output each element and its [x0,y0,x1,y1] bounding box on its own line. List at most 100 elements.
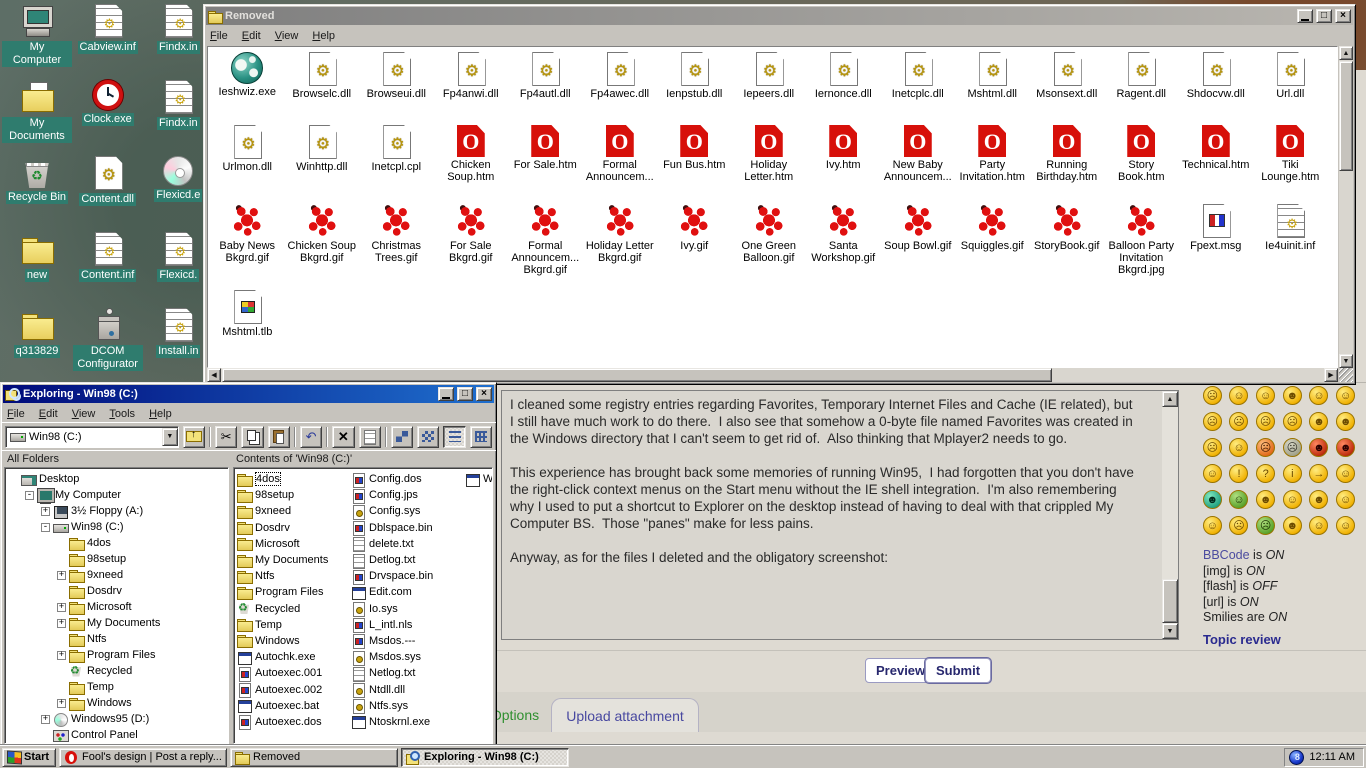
file-list-item[interactable]: My Documents [237,552,349,568]
file-icon-item[interactable]: One Green Balloon.gif [732,204,807,290]
smiley[interactable]: ☹ [1283,438,1302,457]
file-list-item[interactable]: W98 [465,471,493,487]
tree-toggle[interactable]: - [41,523,50,532]
file-icon-item[interactable]: Urlmon.dll [210,125,285,204]
post-message-textarea[interactable]: I cleaned some registry entries regardin… [501,390,1179,640]
scroll-right-arrow[interactable]: ▶ [1324,368,1338,382]
cut-button[interactable]: ✂ [215,426,237,448]
file-icon-item[interactable]: Shdocvw.dll [1179,52,1254,125]
smiley[interactable]: ☻ [1256,490,1275,509]
file-list-item[interactable]: L_intl.nls [351,617,463,633]
tab-options[interactable]: Options [490,700,553,730]
file-icon-item[interactable]: Winhttp.dll [285,125,360,204]
file-icon-item[interactable]: Ieshwiz.exe [210,52,285,125]
taskbar-task-button[interactable]: Fool's design | Post a reply... [59,748,227,767]
file-icon-item[interactable]: Holiday Letter Bkgrd.gif [583,204,658,290]
smiley[interactable]: ☺ [1336,516,1355,535]
desktop-icon[interactable]: Cabview.inf [73,4,143,80]
desktop-icon[interactable]: Clock.exe [73,80,143,156]
paste-button[interactable] [268,426,290,448]
scroll-up-arrow[interactable]: ▲ [1162,391,1178,407]
file-list-item[interactable]: Ntfs.sys [351,698,463,714]
smiley[interactable]: ! [1229,464,1248,483]
smiley[interactable]: ☺ [1309,516,1328,535]
menu-item[interactable]: Edit [242,30,261,42]
scroll-thumb[interactable] [222,368,1052,382]
file-list-item[interactable]: Dosdrv [237,520,349,536]
desktop-icon[interactable]: q313829 [2,308,72,384]
copy-button[interactable] [241,426,263,448]
tree-toggle[interactable]: + [57,651,66,660]
file-icon-item[interactable]: Holiday Letter.htm [732,125,807,204]
tree-item[interactable]: + Windows95 (D:) [5,711,228,727]
smiley[interactable]: ? [1256,464,1275,483]
file-list-item[interactable]: Netlog.txt [351,665,463,681]
smiley[interactable]: ☻ [1309,490,1328,509]
tree-item[interactable]: + 3½ Floppy (A:) [5,503,228,519]
start-button[interactable]: Start [2,748,56,767]
taskbar-task-button[interactable]: Exploring - Win98 (C:) [401,748,569,767]
file-icon-item[interactable]: Fpext.msg [1179,204,1254,290]
tree-toggle[interactable]: + [57,571,66,580]
smiley[interactable]: ☹ [1283,412,1302,431]
file-list-item[interactable]: 98setup [237,487,349,503]
tree-item[interactable]: Desktop [5,471,228,487]
file-list-item[interactable]: Msdos.sys [351,649,463,665]
file-list-item[interactable]: Windows [237,633,349,649]
smiley[interactable]: i [1283,464,1302,483]
desktop-icon[interactable]: Recycle Bin [2,156,72,232]
file-icon-item[interactable]: Story Book.htm [1104,125,1179,204]
scroll-up-arrow[interactable]: ▲ [1339,46,1353,60]
scroll-thumb[interactable] [1162,579,1178,623]
scroll-down-arrow[interactable]: ▼ [1339,354,1353,368]
tree-item[interactable]: 98setup [5,551,228,567]
delete-button[interactable]: ✕ [332,426,354,448]
tree-toggle[interactable]: + [57,619,66,628]
tree-item[interactable]: Ntfs [5,631,228,647]
file-list-item[interactable]: 9xneed [237,503,349,519]
tree-toggle[interactable]: + [57,699,66,708]
file-icon-item[interactable]: Iernonce.dll [806,52,881,125]
tab-upload-attachment[interactable]: Upload attachment [551,698,699,732]
file-icon-item[interactable]: Ragent.dll [1104,52,1179,125]
menu-item[interactable]: Edit [39,408,58,420]
smiley[interactable]: ☹ [1203,412,1222,431]
post-textarea-scrollbar[interactable]: ▲ ▼ [1162,391,1178,639]
file-list-item[interactable]: Config.sys [351,503,463,519]
smiley[interactable]: ☹ [1203,386,1222,405]
file-icon-item[interactable]: Party Invitation.htm [955,125,1030,204]
horizontal-scrollbar[interactable]: ◀ ▶ [207,368,1338,382]
small-icons-view-button[interactable] [417,426,439,448]
file-icon-item[interactable]: Browselc.dll [285,52,360,125]
file-icon-item[interactable]: Fp4anwi.dll [434,52,509,125]
smiley[interactable]: ☺ [1336,386,1355,405]
file-list-item[interactable]: Ntfs [237,568,349,584]
tree-item[interactable]: + My Documents [5,615,228,631]
topic-review-link[interactable]: Topic review [1203,632,1281,647]
close-button[interactable]: × [1335,9,1351,23]
smiley[interactable]: ☻ [1309,412,1328,431]
file-list-item[interactable]: Dblspace.bin [351,520,463,536]
file-icon-item[interactable]: Msonsext.dll [1030,52,1105,125]
file-icon-item[interactable]: Formal Announcem... Bkgrd.gif [508,204,583,290]
tree-item[interactable]: Control Panel [5,727,228,743]
undo-button[interactable]: ↶ [300,426,322,448]
tree-item[interactable]: + 9xneed [5,567,228,583]
file-list-item[interactable]: Autoexec.bat [237,698,349,714]
scroll-left-arrow[interactable]: ◀ [207,368,221,382]
file-icon-item[interactable]: For Sale.htm [508,125,583,204]
file-icon-item[interactable]: Soup Bowl.gif [881,204,956,290]
file-list-item[interactable]: Edit.com [351,584,463,600]
file-icon-item[interactable]: Balloon Party Invitation Bkgrd.jpg [1104,204,1179,290]
file-icon-item[interactable]: Ienpstub.dll [657,52,732,125]
smiley[interactable]: ☻ [1336,438,1355,457]
explorer-titlebar[interactable]: Exploring - Win98 (C:) □ × [3,385,494,403]
file-icon-item[interactable]: Technical.htm [1179,125,1254,204]
file-icon-item[interactable]: Fun Bus.htm [657,125,732,204]
file-icon-item[interactable]: Inetcplc.dll [881,52,956,125]
smiley[interactable]: ☺ [1203,516,1222,535]
desktop-icon[interactable]: My Computer [2,4,72,80]
menu-item[interactable]: Tools [109,408,135,420]
smiley[interactable]: ☹ [1229,516,1248,535]
file-list-item[interactable]: Autoexec.001 [237,665,349,681]
